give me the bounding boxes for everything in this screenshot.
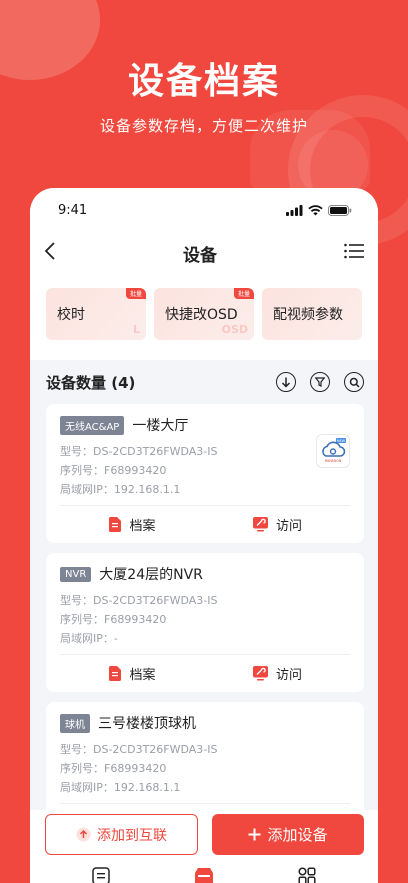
document-icon (109, 666, 122, 681)
device-name: 一楼大厅 (132, 418, 189, 434)
wrench-monitor-icon (252, 666, 268, 681)
svg-text:HIKVISION: HIKVISION (325, 459, 342, 463)
promo-title: 设备档案 (127, 61, 280, 102)
add-to-interconnect-button[interactable]: 添加到互联 (45, 814, 198, 855)
battery-icon (328, 204, 352, 216)
grid-tab-icon (298, 867, 316, 883)
page-title: 设备 (183, 245, 217, 266)
quick-action-deco: OSD (221, 323, 248, 336)
archive-button[interactable]: 档案 (60, 655, 205, 692)
nav-bar: 设备 (30, 232, 378, 274)
status-bar: 9:41 (30, 188, 378, 232)
quick-actions: 校时 批量 L 快捷改OSD 批量 OSD 配视频参数 (30, 274, 378, 374)
device-model: 型号：DS-2CD3T26FWDA3-IS (60, 594, 218, 607)
device-ip: 局域网IP：192.168.1.1 (60, 781, 181, 794)
visit-label: 访问 (275, 668, 302, 683)
device-type-tag: 球机 (60, 713, 90, 733)
device-thumbnail: NEW HIKVISION (316, 434, 350, 468)
list-tools (276, 372, 364, 392)
bottom-bar: 添加到互联 添加设备 (30, 810, 378, 883)
promo-subtitle: 设备参数存档，方便二次维护 (99, 117, 308, 135)
search-icon[interactable] (344, 372, 364, 392)
list-menu-button[interactable] (344, 243, 364, 263)
wrench-monitor-icon (252, 517, 268, 532)
cloud-camera-icon: NEW HIKVISION (322, 438, 346, 463)
download-icon[interactable] (276, 372, 296, 392)
device-count-row: 设备数量 (4) (30, 360, 378, 404)
device-ip: 局域网IP：- (60, 632, 118, 645)
device-card[interactable]: 无线AC&AP 一楼大厅 型号：DS-2CD3T26FWDA3-IS 序列号：F… (46, 404, 364, 543)
device-name: 三号楼楼顶球机 (98, 716, 196, 732)
upload-icon (76, 827, 91, 842)
visit-button[interactable]: 访问 (205, 506, 350, 543)
plus-icon (248, 828, 261, 841)
add-to-interconnect-label: 添加到互联 (97, 827, 167, 844)
quick-action-video-params[interactable]: 配视频参数 (262, 288, 362, 340)
add-device-label: 添加设备 (267, 826, 328, 844)
list-menu-icon (344, 243, 364, 259)
batch-badge: 批量 (233, 288, 254, 299)
tab-apps[interactable] (298, 867, 316, 883)
quick-action-label: 配视频参数 (273, 307, 343, 323)
device-model: 型号：DS-2CD3T26FWDA3-IS (60, 743, 218, 756)
status-time: 9:41 (58, 202, 88, 218)
back-button[interactable] (44, 242, 56, 264)
tab-device[interactable] (194, 867, 214, 883)
filter-icon[interactable] (310, 372, 330, 392)
archive-label: 档案 (129, 668, 156, 683)
device-card[interactable]: NVR 大厦24层的NVR 型号：DS-2CD3T26FWDA3-IS 序列号：… (46, 553, 364, 692)
archive-button[interactable]: 档案 (60, 506, 205, 543)
tab-list[interactable] (92, 867, 110, 883)
device-serial: 序列号：F68993420 (60, 464, 167, 477)
device-type-tag: NVR (60, 566, 92, 582)
quick-action-time-sync[interactable]: 校时 批量 L (46, 288, 146, 340)
status-icons (286, 204, 352, 216)
phone-frame: 9:41 设备 校时 批量 L 快捷改OSD 批量 OSD 配视频参数 设备数量… (30, 188, 378, 883)
visit-label: 访问 (275, 519, 302, 534)
device-tab-icon (195, 868, 213, 883)
svg-text:NEW: NEW (337, 439, 346, 443)
add-device-button[interactable]: 添加设备 (212, 814, 364, 855)
batch-badge: 批量 (125, 288, 146, 299)
quick-action-label: 快捷改OSD (165, 307, 238, 323)
device-name: 大厦24层的NVR (99, 567, 203, 583)
chevron-left-icon (44, 242, 55, 260)
tab-bar (30, 855, 378, 883)
signal-icon (286, 204, 303, 216)
archive-label: 档案 (129, 519, 156, 534)
device-model: 型号：DS-2CD3T26FWDA3-IS (60, 445, 218, 458)
device-count-label: 设备数量 (4) (46, 373, 136, 392)
quick-action-deco: L (132, 323, 140, 336)
device-ip: 局域网IP：192.168.1.1 (60, 483, 181, 496)
quick-action-label: 校时 (57, 307, 85, 323)
list-tab-icon (92, 867, 110, 883)
device-serial: 序列号：F68993420 (60, 613, 167, 626)
quick-action-edit-osd[interactable]: 快捷改OSD 批量 OSD (154, 288, 254, 340)
device-type-tag: 无线AC&AP (60, 415, 125, 435)
visit-button[interactable]: 访问 (205, 655, 350, 692)
device-serial: 序列号：F68993420 (60, 762, 167, 775)
document-icon (109, 517, 122, 532)
wifi-icon (308, 204, 323, 215)
